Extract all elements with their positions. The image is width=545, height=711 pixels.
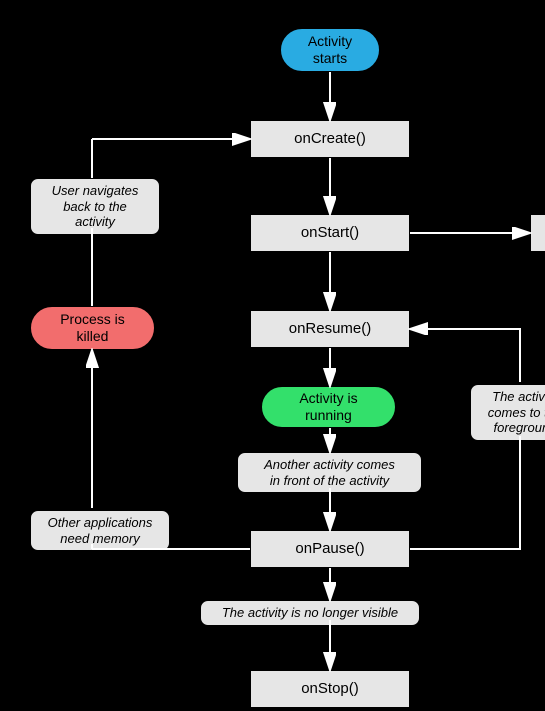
label-activity-foreground: The activity comes to the foreground xyxy=(470,384,545,441)
partial-right-box xyxy=(530,214,545,252)
label-no-longer-visible: The activity is no longer visible xyxy=(200,600,420,626)
node-onresume: onResume() xyxy=(250,310,410,348)
label-another-activity-front: Another activity comes in front of the a… xyxy=(237,452,422,493)
node-process-killed: Process is killed xyxy=(30,306,155,350)
node-onstop: onStop() xyxy=(250,670,410,708)
node-activity-starts: Activity starts xyxy=(280,28,380,72)
label-other-apps-memory: Other applications need memory xyxy=(30,510,170,551)
node-oncreate: onCreate() xyxy=(250,120,410,158)
label-user-navigates-back: User navigates back to the activity xyxy=(30,178,160,235)
node-onstart: onStart() xyxy=(250,214,410,252)
node-onpause: onPause() xyxy=(250,530,410,568)
node-activity-running: Activity is running xyxy=(261,386,396,428)
